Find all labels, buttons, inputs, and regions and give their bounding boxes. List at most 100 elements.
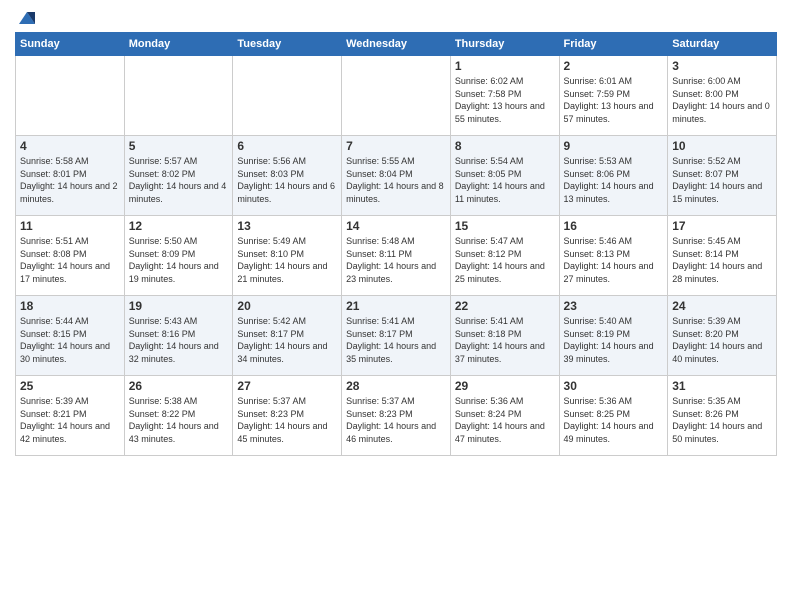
day-info: Sunrise: 5:45 AM Sunset: 8:14 PM Dayligh… <box>672 235 772 285</box>
calendar-cell <box>16 56 125 136</box>
day-info: Sunrise: 5:41 AM Sunset: 8:17 PM Dayligh… <box>346 315 446 365</box>
day-info: Sunrise: 5:40 AM Sunset: 8:19 PM Dayligh… <box>564 315 664 365</box>
day-info: Sunrise: 5:44 AM Sunset: 8:15 PM Dayligh… <box>20 315 120 365</box>
weekday-header-friday: Friday <box>559 33 668 56</box>
day-info: Sunrise: 5:43 AM Sunset: 8:16 PM Dayligh… <box>129 315 229 365</box>
calendar-cell: 25 Sunrise: 5:39 AM Sunset: 8:21 PM Dayli… <box>16 376 125 456</box>
day-info: Sunrise: 5:36 AM Sunset: 8:24 PM Dayligh… <box>455 395 555 445</box>
day-number: 18 <box>20 299 120 313</box>
day-info: Sunrise: 5:46 AM Sunset: 8:13 PM Dayligh… <box>564 235 664 285</box>
logo <box>15 10 37 24</box>
calendar-cell: 1 Sunrise: 6:02 AM Sunset: 7:58 PM Daylig… <box>450 56 559 136</box>
day-number: 15 <box>455 219 555 233</box>
day-number: 25 <box>20 379 120 393</box>
day-number: 22 <box>455 299 555 313</box>
weekday-header-saturday: Saturday <box>668 33 777 56</box>
day-info: Sunrise: 5:55 AM Sunset: 8:04 PM Dayligh… <box>346 155 446 205</box>
day-info: Sunrise: 5:50 AM Sunset: 8:09 PM Dayligh… <box>129 235 229 285</box>
day-info: Sunrise: 5:39 AM Sunset: 8:21 PM Dayligh… <box>20 395 120 445</box>
day-number: 14 <box>346 219 446 233</box>
day-info: Sunrise: 5:37 AM Sunset: 8:23 PM Dayligh… <box>237 395 337 445</box>
day-number: 29 <box>455 379 555 393</box>
calendar-week-row: 25 Sunrise: 5:39 AM Sunset: 8:21 PM Dayli… <box>16 376 777 456</box>
calendar-cell: 10 Sunrise: 5:52 AM Sunset: 8:07 PM Dayli… <box>668 136 777 216</box>
day-info: Sunrise: 5:51 AM Sunset: 8:08 PM Dayligh… <box>20 235 120 285</box>
logo-icon <box>17 8 37 28</box>
calendar-cell: 12 Sunrise: 5:50 AM Sunset: 8:09 PM Dayli… <box>124 216 233 296</box>
weekday-header-sunday: Sunday <box>16 33 125 56</box>
day-number: 30 <box>564 379 664 393</box>
day-info: Sunrise: 5:39 AM Sunset: 8:20 PM Dayligh… <box>672 315 772 365</box>
day-number: 2 <box>564 59 664 73</box>
calendar-cell: 21Sunrise: 5:41 AM Sunset: 8:17 PM Dayli… <box>342 296 451 376</box>
calendar-cell: 18 Sunrise: 5:44 AM Sunset: 8:15 PM Dayli… <box>16 296 125 376</box>
calendar-cell: 27Sunrise: 5:37 AM Sunset: 8:23 PM Dayli… <box>233 376 342 456</box>
day-info: Sunrise: 5:42 AM Sunset: 8:17 PM Dayligh… <box>237 315 337 365</box>
calendar-cell: 26 Sunrise: 5:38 AM Sunset: 8:22 PM Dayli… <box>124 376 233 456</box>
calendar-cell: 13Sunrise: 5:49 AM Sunset: 8:10 PM Dayli… <box>233 216 342 296</box>
calendar-cell: 30 Sunrise: 5:36 AM Sunset: 8:25 PM Dayli… <box>559 376 668 456</box>
calendar-cell: 17 Sunrise: 5:45 AM Sunset: 8:14 PM Dayli… <box>668 216 777 296</box>
calendar-cell: 22 Sunrise: 5:41 AM Sunset: 8:18 PM Dayli… <box>450 296 559 376</box>
day-info: Sunrise: 5:48 AM Sunset: 8:11 PM Dayligh… <box>346 235 446 285</box>
calendar-cell: 9 Sunrise: 5:53 AM Sunset: 8:06 PM Daylig… <box>559 136 668 216</box>
weekday-header-wednesday: Wednesday <box>342 33 451 56</box>
day-number: 10 <box>672 139 772 153</box>
weekday-header-thursday: Thursday <box>450 33 559 56</box>
calendar-week-row: 4Sunrise: 5:58 AM Sunset: 8:01 PM Daylig… <box>16 136 777 216</box>
day-info: Sunrise: 5:57 AM Sunset: 8:02 PM Dayligh… <box>129 155 229 205</box>
calendar-cell: 23 Sunrise: 5:40 AM Sunset: 8:19 PM Dayli… <box>559 296 668 376</box>
day-number: 13 <box>237 219 337 233</box>
day-info: Sunrise: 5:54 AM Sunset: 8:05 PM Dayligh… <box>455 155 555 205</box>
day-number: 6 <box>237 139 337 153</box>
calendar-cell: 29 Sunrise: 5:36 AM Sunset: 8:24 PM Dayli… <box>450 376 559 456</box>
calendar-week-row: 1 Sunrise: 6:02 AM Sunset: 7:58 PM Daylig… <box>16 56 777 136</box>
day-number: 31 <box>672 379 772 393</box>
calendar-cell <box>233 56 342 136</box>
day-number: 26 <box>129 379 229 393</box>
day-number: 16 <box>564 219 664 233</box>
calendar-cell: 4Sunrise: 5:58 AM Sunset: 8:01 PM Daylig… <box>16 136 125 216</box>
day-info: Sunrise: 5:38 AM Sunset: 8:22 PM Dayligh… <box>129 395 229 445</box>
day-number: 19 <box>129 299 229 313</box>
calendar-cell: 11 Sunrise: 5:51 AM Sunset: 8:08 PM Dayli… <box>16 216 125 296</box>
day-info: Sunrise: 5:36 AM Sunset: 8:25 PM Dayligh… <box>564 395 664 445</box>
day-number: 1 <box>455 59 555 73</box>
day-info: Sunrise: 5:35 AM Sunset: 8:26 PM Dayligh… <box>672 395 772 445</box>
calendar-cell <box>124 56 233 136</box>
day-info: Sunrise: 5:56 AM Sunset: 8:03 PM Dayligh… <box>237 155 337 205</box>
calendar-cell: 19 Sunrise: 5:43 AM Sunset: 8:16 PM Dayli… <box>124 296 233 376</box>
calendar-cell: 14 Sunrise: 5:48 AM Sunset: 8:11 PM Dayli… <box>342 216 451 296</box>
day-info: Sunrise: 5:41 AM Sunset: 8:18 PM Dayligh… <box>455 315 555 365</box>
calendar-week-row: 18 Sunrise: 5:44 AM Sunset: 8:15 PM Dayli… <box>16 296 777 376</box>
calendar-cell: 15 Sunrise: 5:47 AM Sunset: 8:12 PM Dayli… <box>450 216 559 296</box>
calendar-cell <box>342 56 451 136</box>
calendar-cell: 24 Sunrise: 5:39 AM Sunset: 8:20 PM Dayli… <box>668 296 777 376</box>
day-info: Sunrise: 6:00 AM Sunset: 8:00 PM Dayligh… <box>672 75 772 125</box>
weekday-header-monday: Monday <box>124 33 233 56</box>
day-number: 28 <box>346 379 446 393</box>
calendar-cell: 31 Sunrise: 5:35 AM Sunset: 8:26 PM Dayli… <box>668 376 777 456</box>
day-info: Sunrise: 5:53 AM Sunset: 8:06 PM Dayligh… <box>564 155 664 205</box>
page-container: SundayMondayTuesdayWednesdayThursdayFrid… <box>0 0 792 466</box>
calendar-cell: 8Sunrise: 5:54 AM Sunset: 8:05 PM Daylig… <box>450 136 559 216</box>
day-number: 12 <box>129 219 229 233</box>
day-number: 7 <box>346 139 446 153</box>
day-number: 17 <box>672 219 772 233</box>
calendar-week-row: 11 Sunrise: 5:51 AM Sunset: 8:08 PM Dayli… <box>16 216 777 296</box>
day-number: 5 <box>129 139 229 153</box>
calendar-cell: 2 Sunrise: 6:01 AM Sunset: 7:59 PM Daylig… <box>559 56 668 136</box>
weekday-header-row: SundayMondayTuesdayWednesdayThursdayFrid… <box>16 33 777 56</box>
day-info: Sunrise: 5:47 AM Sunset: 8:12 PM Dayligh… <box>455 235 555 285</box>
day-info: Sunrise: 5:37 AM Sunset: 8:23 PM Dayligh… <box>346 395 446 445</box>
day-number: 11 <box>20 219 120 233</box>
calendar-cell: 20Sunrise: 5:42 AM Sunset: 8:17 PM Dayli… <box>233 296 342 376</box>
day-info: Sunrise: 6:02 AM Sunset: 7:58 PM Dayligh… <box>455 75 555 125</box>
calendar-cell: 6 Sunrise: 5:56 AM Sunset: 8:03 PM Daylig… <box>233 136 342 216</box>
day-number: 9 <box>564 139 664 153</box>
day-number: 24 <box>672 299 772 313</box>
day-number: 23 <box>564 299 664 313</box>
calendar-cell: 16 Sunrise: 5:46 AM Sunset: 8:13 PM Dayli… <box>559 216 668 296</box>
day-info: Sunrise: 6:01 AM Sunset: 7:59 PM Dayligh… <box>564 75 664 125</box>
day-info: Sunrise: 5:52 AM Sunset: 8:07 PM Dayligh… <box>672 155 772 205</box>
